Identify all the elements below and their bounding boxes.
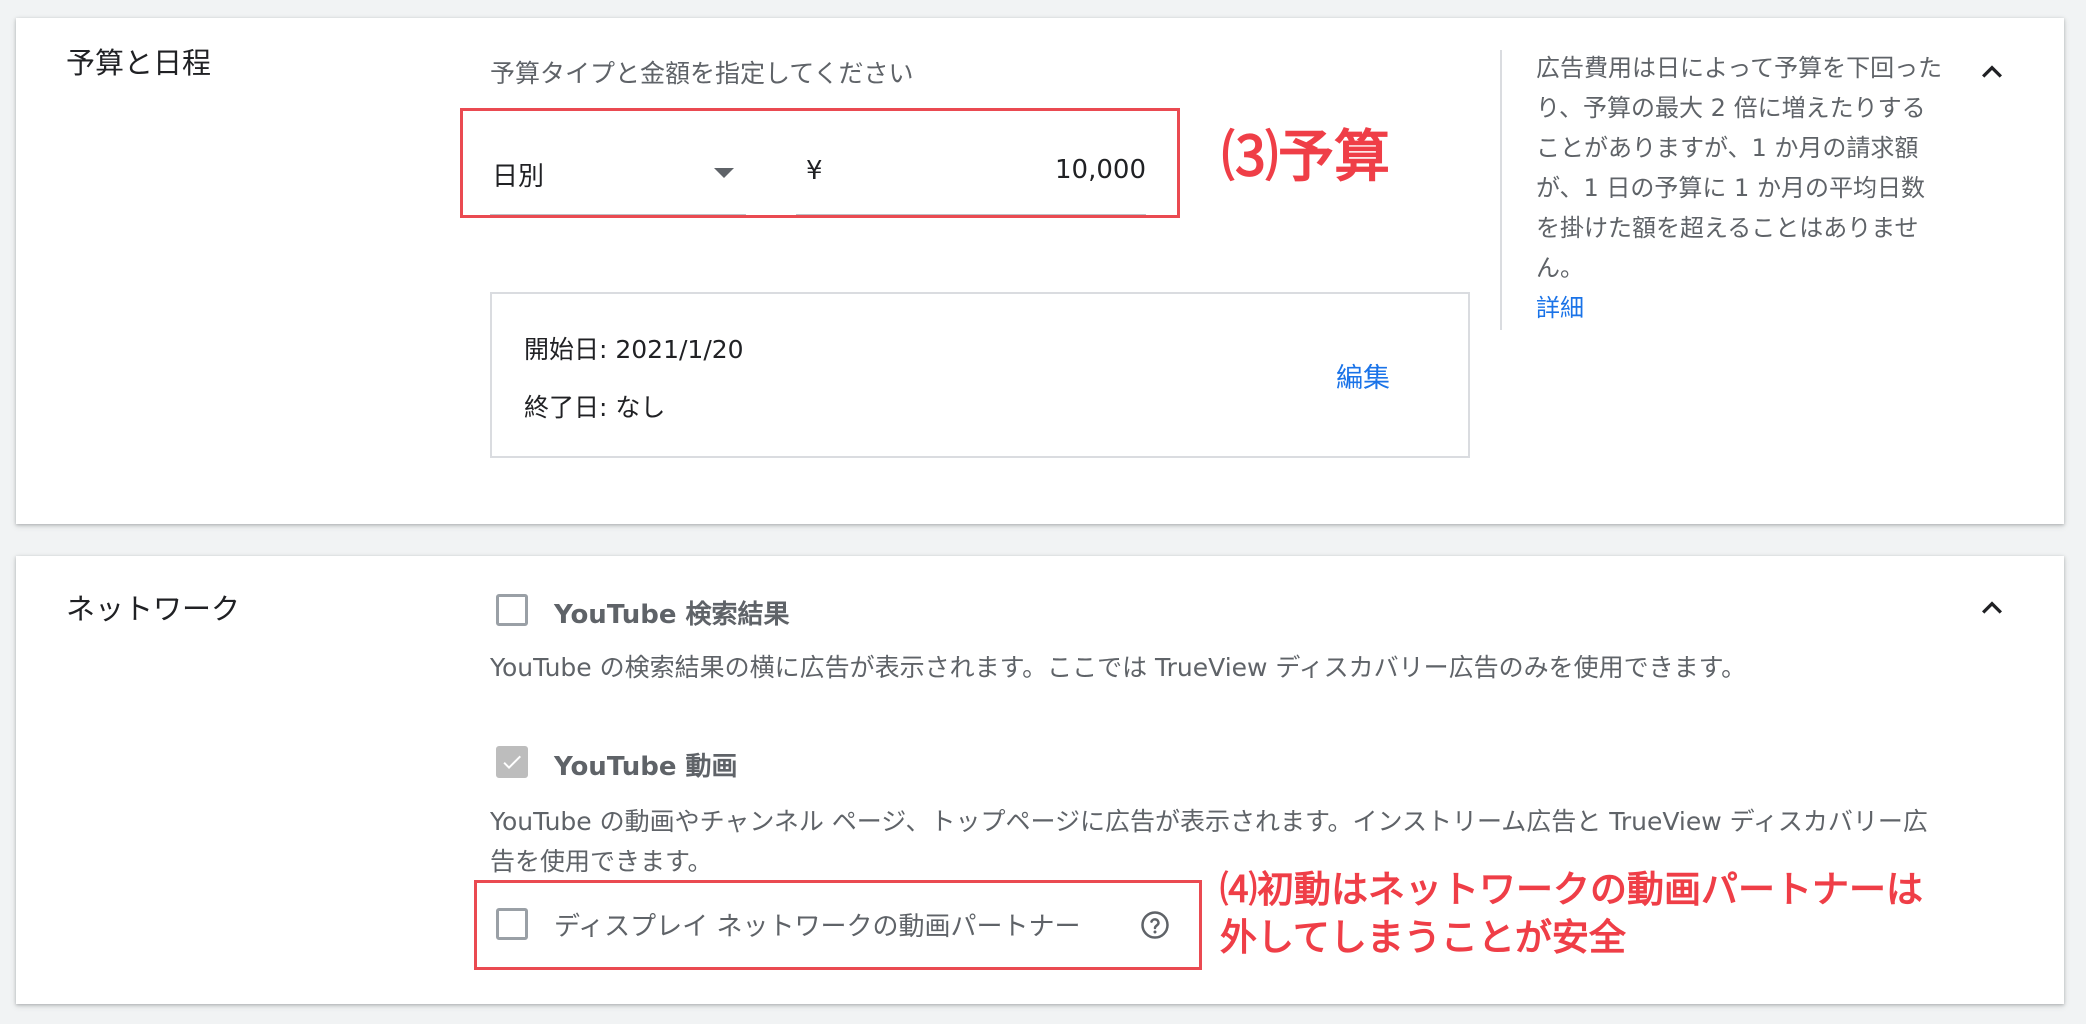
partners-annotation: ⑷初動はネットワークの動画パートナーは 外してしまうことが安全	[1220, 866, 1923, 962]
video-partners-checkbox[interactable]	[496, 908, 528, 940]
budget-annotation: ⑶予算	[1222, 125, 1390, 190]
section-title-network: ネットワーク	[66, 592, 241, 626]
youtube-video-label[interactable]: YouTube 動画	[554, 746, 738, 783]
partners-annotation-line2: 外してしまうことが安全	[1220, 916, 1626, 959]
youtube-video-checkbox[interactable]	[496, 746, 528, 778]
start-date: 開始日: 2021/1/20	[524, 335, 744, 364]
chevron-up-icon	[1982, 601, 2002, 614]
budget-help-text: 広告費用は日によって予算を下回ったり、予算の最大 2 倍に増えたりすることがあり…	[1536, 48, 1944, 328]
budget-highlight-box	[460, 108, 1180, 218]
budget-schedule-card: 予算と日程 予算タイプと金額を指定してください 日別 ¥ ⑶予算 開始日: 20…	[16, 18, 2064, 524]
youtube-search-description: YouTube の検索結果の横に広告が表示されます。ここでは TrueView …	[490, 653, 1747, 682]
help-divider	[1500, 50, 1502, 330]
learn-more-link[interactable]: 詳細	[1536, 294, 1584, 322]
video-partners-label[interactable]: ディスプレイ ネットワークの動画パートナー	[554, 906, 1080, 943]
section-title-budget: 予算と日程	[66, 46, 212, 80]
budget-help-body: 広告費用は日によって予算を下回ったり、予算の最大 2 倍に増えたりすることがあり…	[1536, 54, 1943, 282]
dates-panel: 開始日: 2021/1/20 終了日: なし 編集	[490, 292, 1470, 458]
youtube-search-checkbox[interactable]	[496, 594, 528, 626]
chevron-up-icon	[1982, 65, 2002, 78]
partners-annotation-line1: ⑷初動はネットワークの動画パートナーは	[1220, 868, 1923, 911]
collapse-budget-button[interactable]	[1972, 52, 2012, 92]
end-date: 終了日: なし	[524, 393, 666, 422]
check-icon	[503, 755, 521, 769]
question-circle-icon[interactable]	[1140, 910, 1170, 940]
network-card: ネットワーク YouTube 検索結果 YouTube の検索結果の横に広告が表…	[16, 556, 2064, 1004]
collapse-network-button[interactable]	[1972, 588, 2012, 628]
edit-dates-link[interactable]: 編集	[1336, 356, 1390, 395]
youtube-search-label[interactable]: YouTube 検索結果	[554, 594, 790, 631]
budget-prompt: 予算タイプと金額を指定してください	[490, 59, 914, 88]
